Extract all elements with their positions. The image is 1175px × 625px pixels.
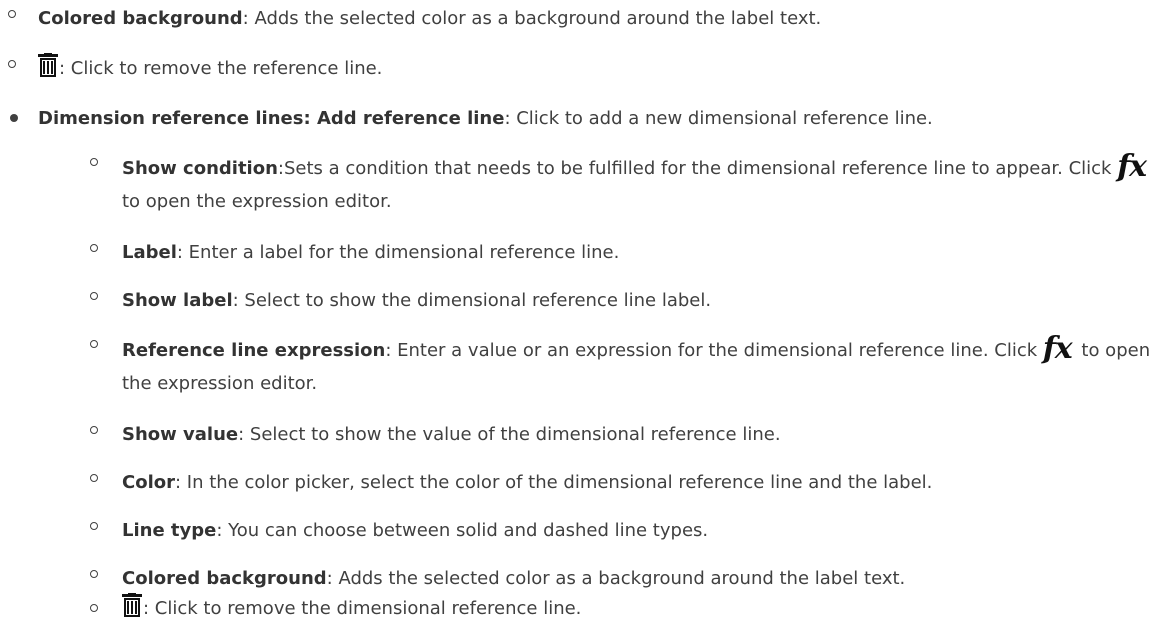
item-term: Show label: [122, 290, 233, 311]
item-description: : Adds the selected color as a backgroun…: [242, 8, 822, 29]
hollow-bullet: [8, 10, 16, 18]
item-description: : Click to remove the reference line.: [59, 58, 383, 79]
item-term: Line type: [122, 520, 217, 541]
list-item-show-value: Show value: Select to show the value of …: [122, 418, 781, 451]
item-term: Show condition: [122, 158, 278, 179]
trash-icon: [38, 53, 58, 77]
item-description-end: to open the expression editor.: [122, 191, 392, 212]
list-item-colored-background-dimension: Colored background: Adds the selected co…: [122, 562, 905, 595]
list-item-remove-dimensional-line: : Click to remove the dimensional refere…: [122, 592, 581, 625]
fx-icon: fx: [1117, 149, 1147, 184]
hollow-bullet: [90, 158, 98, 166]
hollow-bullet: [90, 426, 98, 434]
item-term: Dimension reference lines: [38, 108, 304, 129]
list-item-dimension-reference-lines: Dimension reference lines: Add reference…: [38, 102, 933, 135]
list-item-line-type: Line type: You can choose between solid …: [122, 514, 708, 547]
hollow-bullet: [90, 340, 98, 348]
item-separator: :: [303, 108, 317, 129]
hollow-bullet: [90, 292, 98, 300]
item-term: Colored background: [122, 568, 327, 589]
item-description: : Enter a label for the dimensional refe…: [176, 242, 620, 263]
item-term: Colored background: [38, 8, 243, 29]
item-description: : Adds the selected color as a backgroun…: [326, 568, 906, 589]
list-item-label: Label: Enter a label for the dimensional…: [122, 236, 619, 269]
list-item-color: Color: In the color picker, select the c…: [122, 466, 932, 499]
hollow-bullet: [90, 474, 98, 482]
hollow-bullet: [90, 522, 98, 530]
item-term: Label: [122, 242, 177, 263]
item-term-add-reference-line: Add reference line: [316, 108, 505, 129]
list-item-show-label: Show label: Select to show the dimension…: [122, 284, 711, 317]
item-term: Reference line expression: [122, 340, 386, 361]
list-item-colored-background: Colored background: Adds the selected co…: [38, 2, 821, 35]
item-description: : Select to show the dimensional referen…: [232, 290, 712, 311]
item-description: : Click to remove the dimensional refere…: [143, 598, 582, 619]
item-term: Show value: [122, 424, 239, 445]
list-item-show-condition: Show condition:Sets a condition that nee…: [122, 150, 1172, 218]
item-description: : In the color picker, select the color …: [175, 472, 933, 493]
solid-bullet: [10, 114, 18, 122]
list-item-remove-reference-line: : Click to remove the reference line.: [38, 52, 382, 85]
hollow-bullet: [90, 244, 98, 252]
list-item-reference-line-expression: Reference line expression: Enter a value…: [122, 332, 1162, 400]
item-description: :Sets a condition that needs to be fulfi…: [277, 158, 1118, 179]
fx-icon: fx: [1042, 331, 1073, 366]
item-description: : You can choose between solid and dashe…: [216, 520, 709, 541]
hollow-bullet: [90, 570, 98, 578]
item-description: : Enter a value or an expression for the…: [385, 340, 1043, 361]
item-term: Color: [122, 472, 175, 493]
item-description: : Click to add a new dimensional referen…: [504, 108, 933, 129]
hollow-bullet: [8, 60, 16, 68]
trash-icon: [122, 593, 142, 617]
hollow-bullet: [90, 604, 98, 612]
item-description: : Select to show the value of the dimens…: [238, 424, 781, 445]
